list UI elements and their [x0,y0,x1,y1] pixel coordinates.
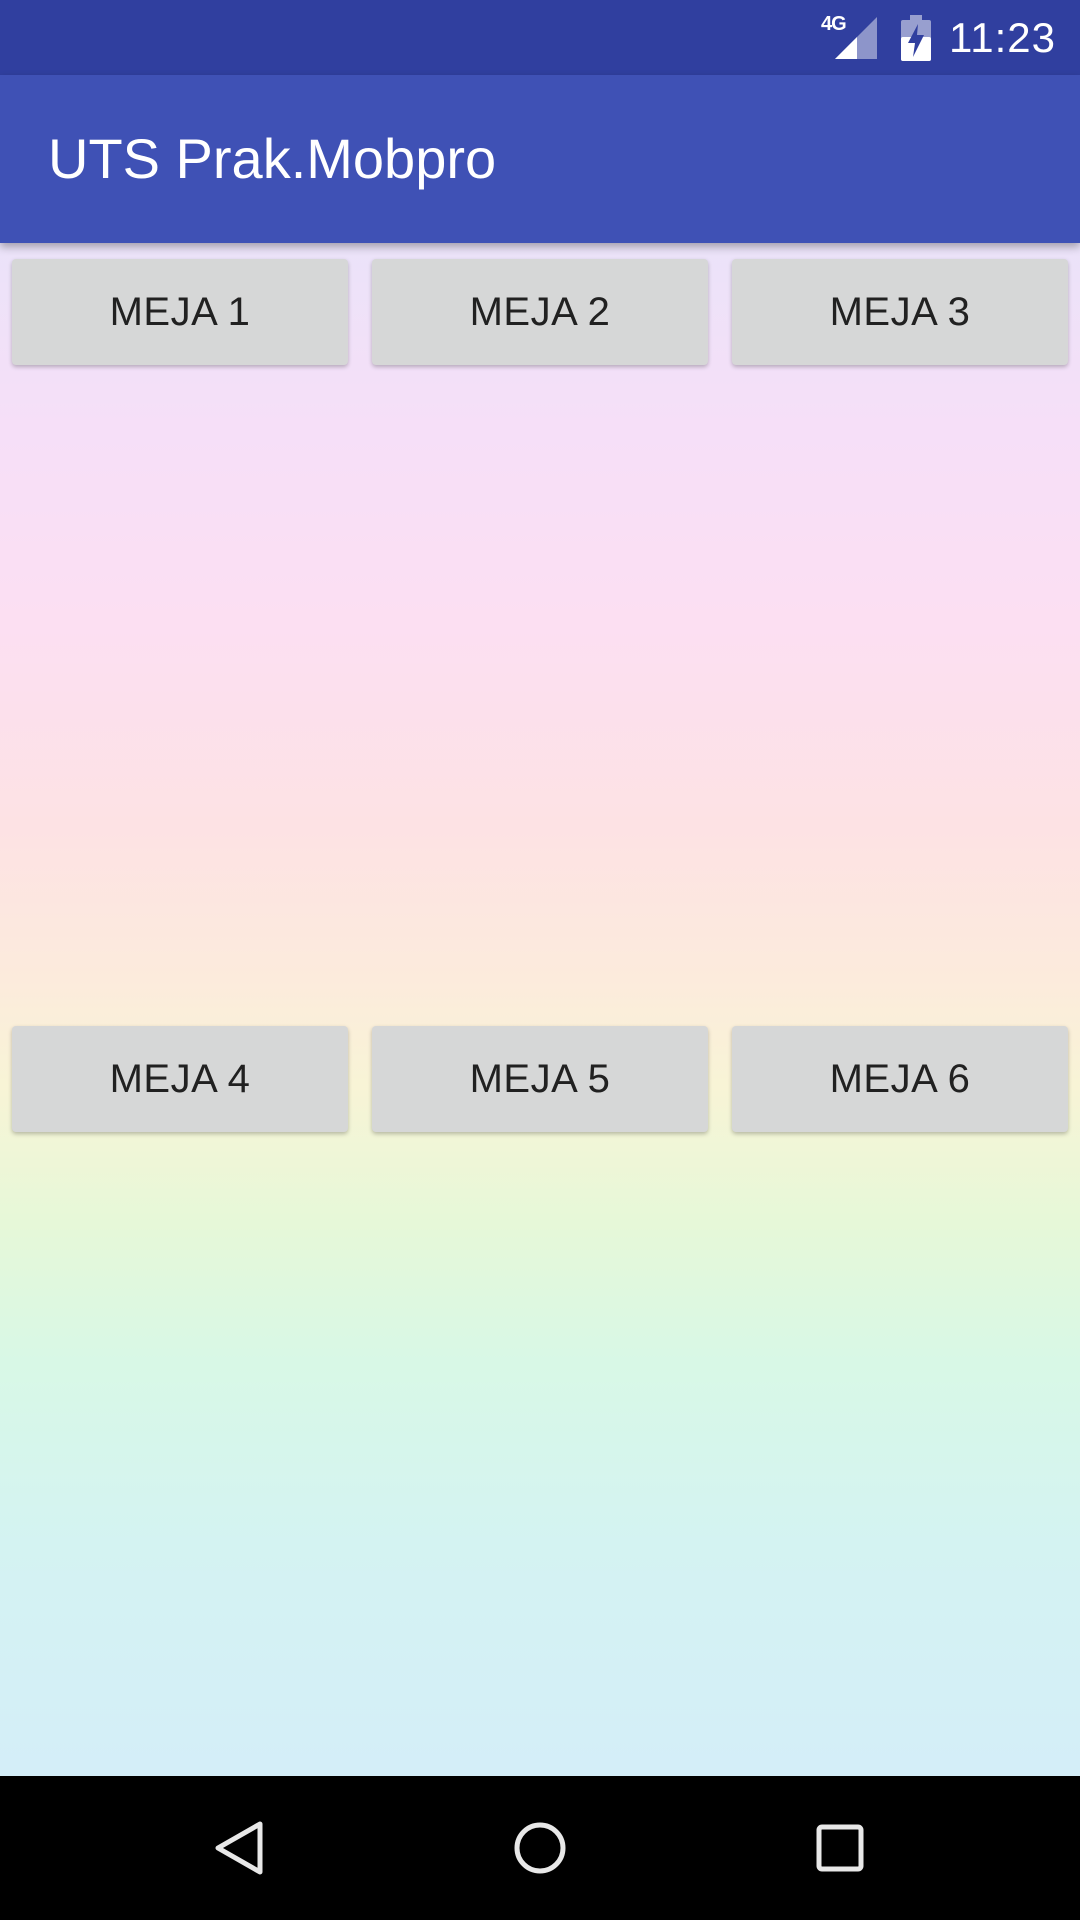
meja-3-button[interactable]: MEJA 3 [732,259,1068,365]
screen: 4G 11:23 UTS Prak.Mobpro MEJA 1 MEJA 2 M… [0,0,1080,1920]
meja-5-button[interactable]: MEJA 5 [372,1026,708,1132]
status-icons: 4G 11:23 [821,0,1056,75]
content-area: MEJA 1 MEJA 2 MEJA 3 MEJA 4 MEJA 5 MEJA … [0,243,1080,1776]
meja-4-button[interactable]: MEJA 4 [12,1026,348,1132]
meja-6-button[interactable]: MEJA 6 [732,1026,1068,1132]
meja-1-button[interactable]: MEJA 1 [12,259,348,365]
signal-icon: 4G [821,13,877,61]
table-row-1: MEJA 1 MEJA 2 MEJA 3 [0,259,1080,369]
app-title: UTS Prak.Mobpro [48,127,497,190]
battery-charging-icon [901,14,931,61]
table-row-2: MEJA 4 MEJA 5 MEJA 6 [0,1026,1080,1136]
back-icon[interactable] [195,1803,285,1893]
navigation-bar [0,1776,1080,1920]
status-bar: 4G 11:23 [0,0,1080,75]
home-icon[interactable] [495,1803,585,1893]
app-bar: UTS Prak.Mobpro [0,75,1080,243]
clock: 11:23 [949,13,1056,61]
recent-apps-icon[interactable] [795,1803,885,1893]
meja-2-button[interactable]: MEJA 2 [372,259,708,365]
